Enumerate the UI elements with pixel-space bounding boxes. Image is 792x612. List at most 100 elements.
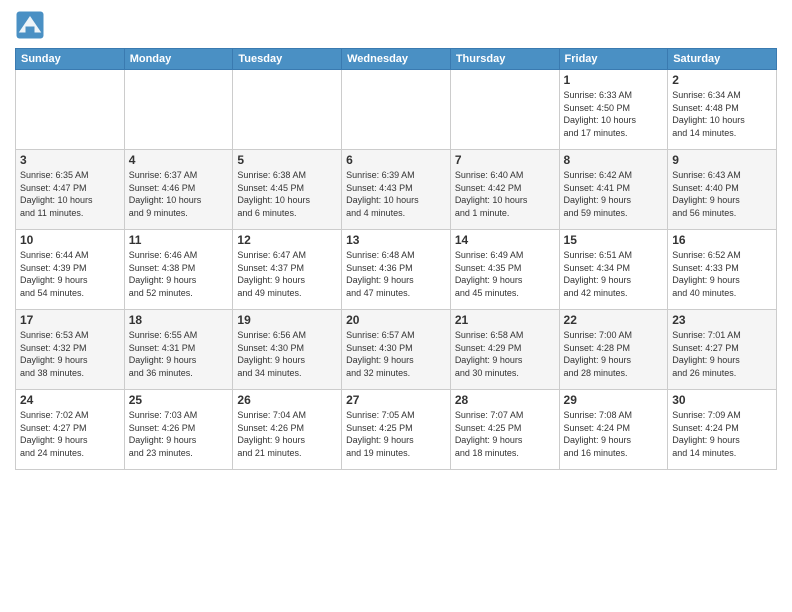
calendar-day-cell: 3 Sunrise: 6:35 AM Sunset: 4:47 PM Daylig… (16, 150, 125, 230)
day-number: 22 (564, 313, 664, 327)
day-info: Sunrise: 7:01 AM Sunset: 4:27 PM Dayligh… (672, 329, 772, 379)
day-number: 2 (672, 73, 772, 87)
calendar-day-cell: 8 Sunrise: 6:42 AM Sunset: 4:41 PM Daylig… (559, 150, 668, 230)
day-header: Tuesday (233, 49, 342, 70)
day-info: Sunrise: 6:34 AM Sunset: 4:48 PM Dayligh… (672, 89, 772, 139)
day-info: Sunrise: 7:07 AM Sunset: 4:25 PM Dayligh… (455, 409, 555, 459)
day-info: Sunrise: 6:55 AM Sunset: 4:31 PM Dayligh… (129, 329, 229, 379)
day-header: Wednesday (342, 49, 451, 70)
day-info: Sunrise: 7:08 AM Sunset: 4:24 PM Dayligh… (564, 409, 664, 459)
day-info: Sunrise: 7:05 AM Sunset: 4:25 PM Dayligh… (346, 409, 446, 459)
day-info: Sunrise: 6:43 AM Sunset: 4:40 PM Dayligh… (672, 169, 772, 219)
day-number: 21 (455, 313, 555, 327)
day-number: 4 (129, 153, 229, 167)
day-number: 15 (564, 233, 664, 247)
calendar-day-cell: 7 Sunrise: 6:40 AM Sunset: 4:42 PM Daylig… (450, 150, 559, 230)
day-number: 9 (672, 153, 772, 167)
day-info: Sunrise: 6:51 AM Sunset: 4:34 PM Dayligh… (564, 249, 664, 299)
day-number: 26 (237, 393, 337, 407)
calendar-day-cell (16, 70, 125, 150)
day-info: Sunrise: 6:42 AM Sunset: 4:41 PM Dayligh… (564, 169, 664, 219)
day-info: Sunrise: 7:04 AM Sunset: 4:26 PM Dayligh… (237, 409, 337, 459)
day-info: Sunrise: 7:03 AM Sunset: 4:26 PM Dayligh… (129, 409, 229, 459)
day-info: Sunrise: 6:35 AM Sunset: 4:47 PM Dayligh… (20, 169, 120, 219)
calendar-week-row: 1 Sunrise: 6:33 AM Sunset: 4:50 PM Daylig… (16, 70, 777, 150)
calendar-day-cell: 11 Sunrise: 6:46 AM Sunset: 4:38 PM Dayli… (124, 230, 233, 310)
calendar-day-cell: 17Sunrise: 6:53 AM Sunset: 4:32 PM Dayli… (16, 310, 125, 390)
day-header: Sunday (16, 49, 125, 70)
day-info: Sunrise: 7:00 AM Sunset: 4:28 PM Dayligh… (564, 329, 664, 379)
calendar-day-cell: 25 Sunrise: 7:03 AM Sunset: 4:26 PM Dayli… (124, 390, 233, 470)
day-info: Sunrise: 6:47 AM Sunset: 4:37 PM Dayligh… (237, 249, 337, 299)
calendar-day-cell: 23 Sunrise: 7:01 AM Sunset: 4:27 PM Dayli… (668, 310, 777, 390)
day-number: 27 (346, 393, 446, 407)
day-info: Sunrise: 6:39 AM Sunset: 4:43 PM Dayligh… (346, 169, 446, 219)
day-number: 7 (455, 153, 555, 167)
day-number: 23 (672, 313, 772, 327)
calendar-day-cell: 30 Sunrise: 7:09 AM Sunset: 4:24 PM Dayli… (668, 390, 777, 470)
header (15, 10, 777, 40)
calendar-day-cell (342, 70, 451, 150)
day-number: 20 (346, 313, 446, 327)
calendar-day-cell: 22 Sunrise: 7:00 AM Sunset: 4:28 PM Dayli… (559, 310, 668, 390)
calendar-week-row: 17Sunrise: 6:53 AM Sunset: 4:32 PM Dayli… (16, 310, 777, 390)
day-info: Sunrise: 7:09 AM Sunset: 4:24 PM Dayligh… (672, 409, 772, 459)
logo-icon (15, 10, 45, 40)
day-number: 30 (672, 393, 772, 407)
day-number: 1 (564, 73, 664, 87)
calendar-day-cell: 16 Sunrise: 6:52 AM Sunset: 4:33 PM Dayli… (668, 230, 777, 310)
calendar-day-cell: 18 Sunrise: 6:55 AM Sunset: 4:31 PM Dayli… (124, 310, 233, 390)
calendar-day-cell: 19Sunrise: 6:56 AM Sunset: 4:30 PM Dayli… (233, 310, 342, 390)
calendar-day-cell: 12 Sunrise: 6:47 AM Sunset: 4:37 PM Dayli… (233, 230, 342, 310)
day-header: Friday (559, 49, 668, 70)
calendar-day-cell: 9 Sunrise: 6:43 AM Sunset: 4:40 PM Daylig… (668, 150, 777, 230)
day-info: Sunrise: 7:02 AM Sunset: 4:27 PM Dayligh… (20, 409, 120, 459)
day-number: 6 (346, 153, 446, 167)
day-info: Sunrise: 6:53 AM Sunset: 4:32 PM Dayligh… (20, 329, 120, 379)
calendar-day-cell: 5Sunrise: 6:38 AM Sunset: 4:45 PM Daylig… (233, 150, 342, 230)
day-info: Sunrise: 6:33 AM Sunset: 4:50 PM Dayligh… (564, 89, 664, 139)
day-number: 3 (20, 153, 120, 167)
day-info: Sunrise: 6:57 AM Sunset: 4:30 PM Dayligh… (346, 329, 446, 379)
calendar-day-cell: 24 Sunrise: 7:02 AM Sunset: 4:27 PM Dayli… (16, 390, 125, 470)
calendar-week-row: 10 Sunrise: 6:44 AM Sunset: 4:39 PM Dayli… (16, 230, 777, 310)
day-info: Sunrise: 6:46 AM Sunset: 4:38 PM Dayligh… (129, 249, 229, 299)
day-info: Sunrise: 6:52 AM Sunset: 4:33 PM Dayligh… (672, 249, 772, 299)
calendar-day-cell (124, 70, 233, 150)
day-info: Sunrise: 6:40 AM Sunset: 4:42 PM Dayligh… (455, 169, 555, 219)
calendar-day-cell: 14 Sunrise: 6:49 AM Sunset: 4:35 PM Dayli… (450, 230, 559, 310)
calendar-day-cell: 1 Sunrise: 6:33 AM Sunset: 4:50 PM Daylig… (559, 70, 668, 150)
day-number: 18 (129, 313, 229, 327)
day-number: 13 (346, 233, 446, 247)
day-number: 5 (237, 153, 337, 167)
day-number: 29 (564, 393, 664, 407)
calendar-week-row: 3 Sunrise: 6:35 AM Sunset: 4:47 PM Daylig… (16, 150, 777, 230)
calendar-day-cell: 26 Sunrise: 7:04 AM Sunset: 4:26 PM Dayli… (233, 390, 342, 470)
day-info: Sunrise: 6:49 AM Sunset: 4:35 PM Dayligh… (455, 249, 555, 299)
day-number: 11 (129, 233, 229, 247)
day-number: 28 (455, 393, 555, 407)
day-number: 12 (237, 233, 337, 247)
calendar-container: SundayMondayTuesdayWednesdayThursdayFrid… (0, 0, 792, 612)
day-header: Saturday (668, 49, 777, 70)
day-number: 8 (564, 153, 664, 167)
day-number: 25 (129, 393, 229, 407)
calendar-day-cell: 20 Sunrise: 6:57 AM Sunset: 4:30 PM Dayli… (342, 310, 451, 390)
day-info: Sunrise: 6:56 AM Sunset: 4:30 PM Dayligh… (237, 329, 337, 379)
header-row: SundayMondayTuesdayWednesdayThursdayFrid… (16, 49, 777, 70)
calendar-day-cell: 15 Sunrise: 6:51 AM Sunset: 4:34 PM Dayli… (559, 230, 668, 310)
calendar-week-row: 24 Sunrise: 7:02 AM Sunset: 4:27 PM Dayli… (16, 390, 777, 470)
day-number: 16 (672, 233, 772, 247)
calendar-day-cell: 13 Sunrise: 6:48 AM Sunset: 4:36 PM Dayli… (342, 230, 451, 310)
day-info: Sunrise: 6:37 AM Sunset: 4:46 PM Dayligh… (129, 169, 229, 219)
calendar-day-cell: 27 Sunrise: 7:05 AM Sunset: 4:25 PM Dayli… (342, 390, 451, 470)
calendar-day-cell (233, 70, 342, 150)
calendar-day-cell: 29 Sunrise: 7:08 AM Sunset: 4:24 PM Dayli… (559, 390, 668, 470)
day-number: 10 (20, 233, 120, 247)
calendar-day-cell: 10 Sunrise: 6:44 AM Sunset: 4:39 PM Dayli… (16, 230, 125, 310)
day-number: 24 (20, 393, 120, 407)
day-number: 14 (455, 233, 555, 247)
day-info: Sunrise: 6:44 AM Sunset: 4:39 PM Dayligh… (20, 249, 120, 299)
calendar-day-cell: 6 Sunrise: 6:39 AM Sunset: 4:43 PM Daylig… (342, 150, 451, 230)
day-info: Sunrise: 6:48 AM Sunset: 4:36 PM Dayligh… (346, 249, 446, 299)
